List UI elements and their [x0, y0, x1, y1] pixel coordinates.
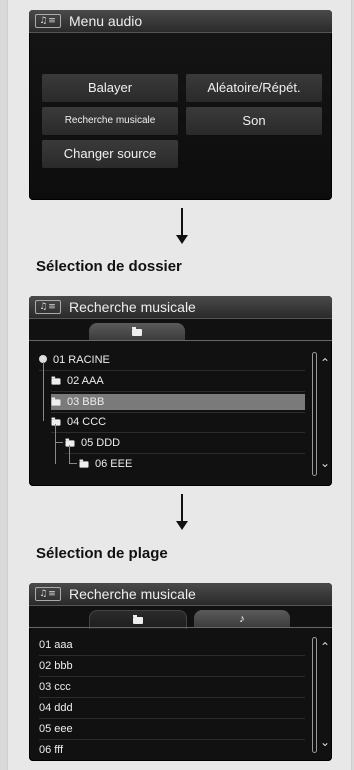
folder-icon — [65, 438, 75, 447]
list-item-label: 02 AAA — [67, 375, 104, 387]
list-item[interactable]: 02 bbb — [39, 658, 305, 674]
arrow-down-icon — [176, 494, 188, 530]
list-item-label: 01 RACINE — [53, 354, 110, 366]
folder-icon — [51, 417, 61, 426]
list-item[interactable]: 02 AAA — [51, 373, 305, 389]
list-item-label: 06 EEE — [95, 458, 133, 470]
list-item[interactable]: 01 RACINE — [39, 352, 305, 368]
list-item[interactable]: 06 fff — [39, 742, 305, 758]
screen-title: Recherche musicale — [69, 586, 196, 602]
balayer-button[interactable]: Balayer — [42, 74, 178, 102]
aleatoire-repeat-button[interactable]: Aléatoire/Répét. — [186, 74, 322, 102]
list-item[interactable]: 06 EEE — [79, 456, 305, 472]
list-item[interactable]: 04 ddd — [39, 700, 305, 716]
list-item[interactable]: 04 CCC — [51, 414, 305, 430]
scroll-down-icon[interactable]: ⌄ — [320, 456, 330, 470]
track-selection-screen: ♫≡ Recherche musicale ♪ 01 aaa 02 bbb 03… — [29, 583, 332, 761]
folder-icon — [51, 397, 61, 406]
tab-tracks[interactable]: ♪ — [194, 610, 290, 628]
list-item[interactable]: 01 aaa — [39, 637, 305, 653]
list-item[interactable]: 05 DDD — [65, 435, 305, 451]
recherche-musicale-button[interactable]: Recherche musicale — [42, 107, 178, 135]
son-button[interactable]: Son — [186, 107, 322, 135]
music-note-icon: ♪ — [239, 613, 245, 625]
list-item-label: 05 DDD — [81, 437, 121, 449]
title-bar: ♫≡ Recherche musicale — [29, 583, 332, 606]
list-item-label: 04 CCC — [67, 416, 107, 428]
folder-icon — [132, 327, 142, 336]
arrow-down-icon — [176, 208, 188, 244]
scrollbar[interactable] — [312, 352, 317, 476]
folder-selection-screen: ♫≡ Recherche musicale 01 RACINE 02 AAA 0… — [29, 296, 332, 486]
audio-menu-icon: ♫≡ — [35, 14, 61, 28]
changer-source-button[interactable]: Changer source — [42, 140, 178, 168]
scroll-up-icon[interactable]: ⌃ — [320, 356, 330, 370]
scroll-down-icon[interactable]: ⌄ — [320, 735, 330, 749]
list-item-label: 03 BBB — [67, 396, 105, 408]
tab-folder[interactable] — [89, 323, 185, 341]
tab-bar: ♪ — [29, 606, 332, 629]
screen-title: Menu audio — [69, 13, 143, 29]
title-bar: ♫≡ Menu audio — [29, 10, 332, 33]
title-bar: ♫≡ Recherche musicale — [29, 296, 332, 319]
tab-bar — [29, 319, 332, 341]
folder-icon — [79, 459, 89, 468]
audio-menu-icon: ♫≡ — [35, 587, 61, 601]
section-label-dossier: Sélection de dossier — [36, 258, 182, 275]
scroll-up-icon[interactable]: ⌃ — [320, 640, 330, 654]
section-label-plage: Sélection de plage — [36, 545, 168, 562]
audio-menu-icon: ♫≡ — [35, 300, 61, 314]
list-item-selected[interactable]: 03 BBB — [51, 394, 305, 410]
audio-menu-screen: ♫≡ Menu audio Balayer Aléatoire/Répét. R… — [29, 10, 332, 200]
list-item[interactable]: 05 eee — [39, 721, 305, 737]
scrollbar[interactable] — [312, 637, 317, 753]
list-item[interactable]: 03 ccc — [39, 679, 305, 695]
folder-icon — [51, 376, 61, 385]
folder-icon — [133, 615, 143, 624]
screen-title: Recherche musicale — [69, 299, 196, 315]
